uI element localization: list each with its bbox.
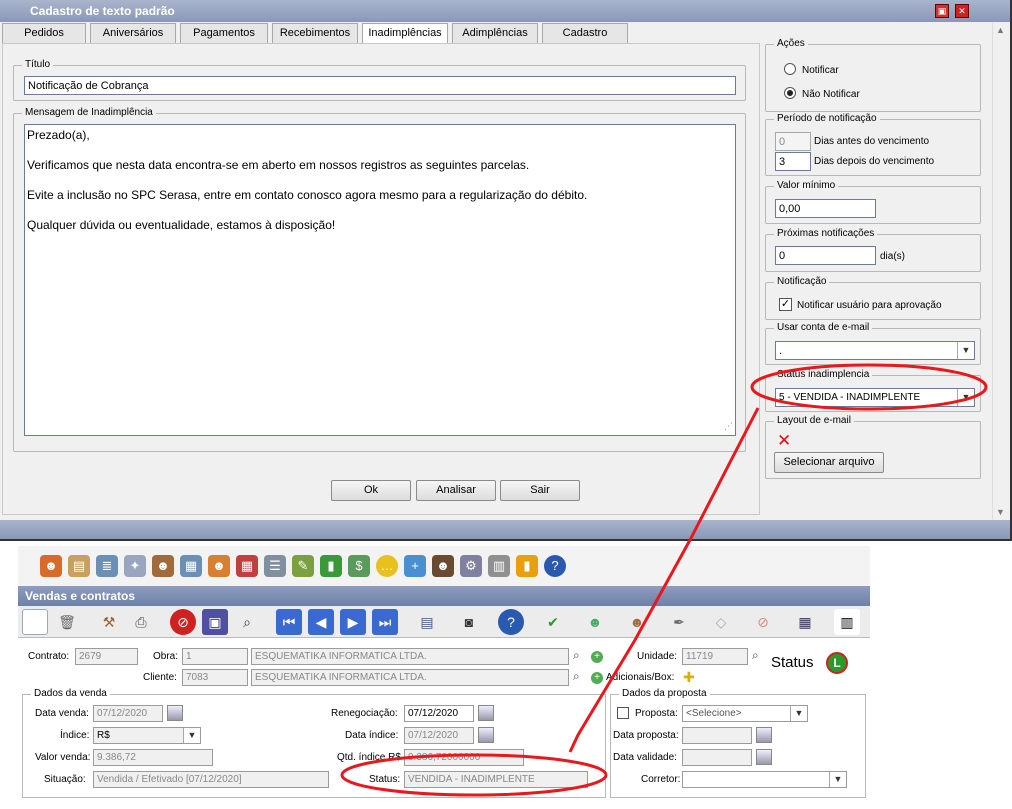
annotation-overlay bbox=[340, 363, 988, 797]
annotation-ellipse-status-inadimplencia bbox=[750, 363, 988, 411]
annotation-connector-line bbox=[568, 407, 760, 753]
annotation-ellipse-status-venda bbox=[340, 753, 608, 797]
